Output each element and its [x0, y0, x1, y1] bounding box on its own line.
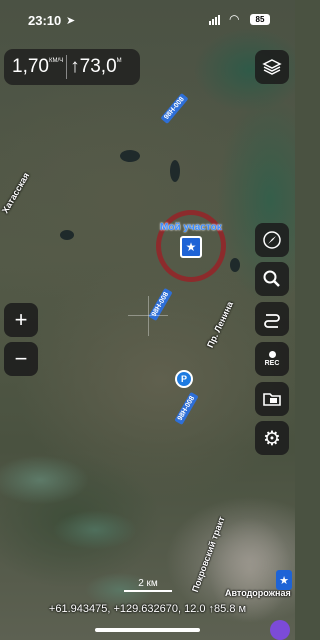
street-label: Хатасская: [0, 170, 32, 215]
altitude-unit: М: [116, 58, 122, 64]
settings-button[interactable]: ⚙: [255, 421, 289, 455]
city-area: [180, 480, 295, 640]
zoom-in-button[interactable]: +: [4, 303, 38, 337]
search-button[interactable]: [255, 262, 289, 296]
record-button[interactable]: REC: [255, 342, 289, 376]
record-label: REC: [264, 360, 280, 367]
speed-unit: КМ/Ч: [48, 58, 64, 64]
lake: [60, 230, 74, 240]
search-icon: [263, 270, 280, 287]
favorite-star-icon[interactable]: ★: [276, 570, 292, 590]
favorite-star-icon[interactable]: ★: [180, 236, 202, 258]
layers-button[interactable]: [255, 50, 289, 84]
road-label: 98Н-008: [160, 93, 189, 124]
compass-button[interactable]: [255, 223, 289, 257]
route-button[interactable]: [255, 302, 289, 336]
satellite-map[interactable]: 98Н-008 98Н-008 98Н-008 Хатасская Пр. Ле…: [0, 0, 295, 640]
lake: [230, 258, 240, 272]
parking-pin-icon[interactable]: Р: [175, 370, 193, 388]
wifi-icon: ◠: [229, 12, 240, 26]
battery-badge: 85: [250, 14, 270, 25]
speed-altitude-panel[interactable]: 1,70 КМ/Ч ↑73,0 М: [4, 49, 140, 85]
altitude-value: ↑73,0: [70, 56, 117, 77]
gear-icon: ⚙: [263, 427, 281, 450]
location-arrow-icon: ➤: [66, 15, 76, 27]
lake: [170, 160, 180, 182]
location-dot-icon[interactable]: [270, 620, 290, 640]
home-indicator: [95, 628, 200, 632]
road-label: 98Н-008: [148, 288, 173, 321]
scale-bar: [124, 590, 172, 592]
layers-icon: [262, 59, 282, 75]
zoom-out-button[interactable]: −: [4, 342, 38, 376]
street-label: Пр. Ленина: [205, 299, 236, 350]
signal-icon: [209, 15, 220, 25]
speed-value: 1,70: [12, 56, 49, 77]
folder-button[interactable]: [255, 382, 289, 416]
crosshair: [148, 296, 149, 336]
scale-label: 2 км: [138, 578, 158, 589]
road-label: 98Н-008: [174, 392, 199, 425]
route-icon: [264, 314, 280, 328]
divider: [66, 55, 68, 79]
lake: [120, 150, 140, 162]
compass-icon: [263, 231, 281, 249]
record-dot-icon: [268, 351, 276, 358]
status-bar: 23:10 ➤ ◠ 85: [0, 0, 295, 40]
folder-icon: [263, 393, 281, 406]
status-time: 23:10: [28, 13, 62, 28]
coordinates-readout: +61.943475, +129.632670, 12.0 ↑85.8 м: [48, 603, 247, 615]
favorite-label: Мой участок: [160, 222, 222, 233]
